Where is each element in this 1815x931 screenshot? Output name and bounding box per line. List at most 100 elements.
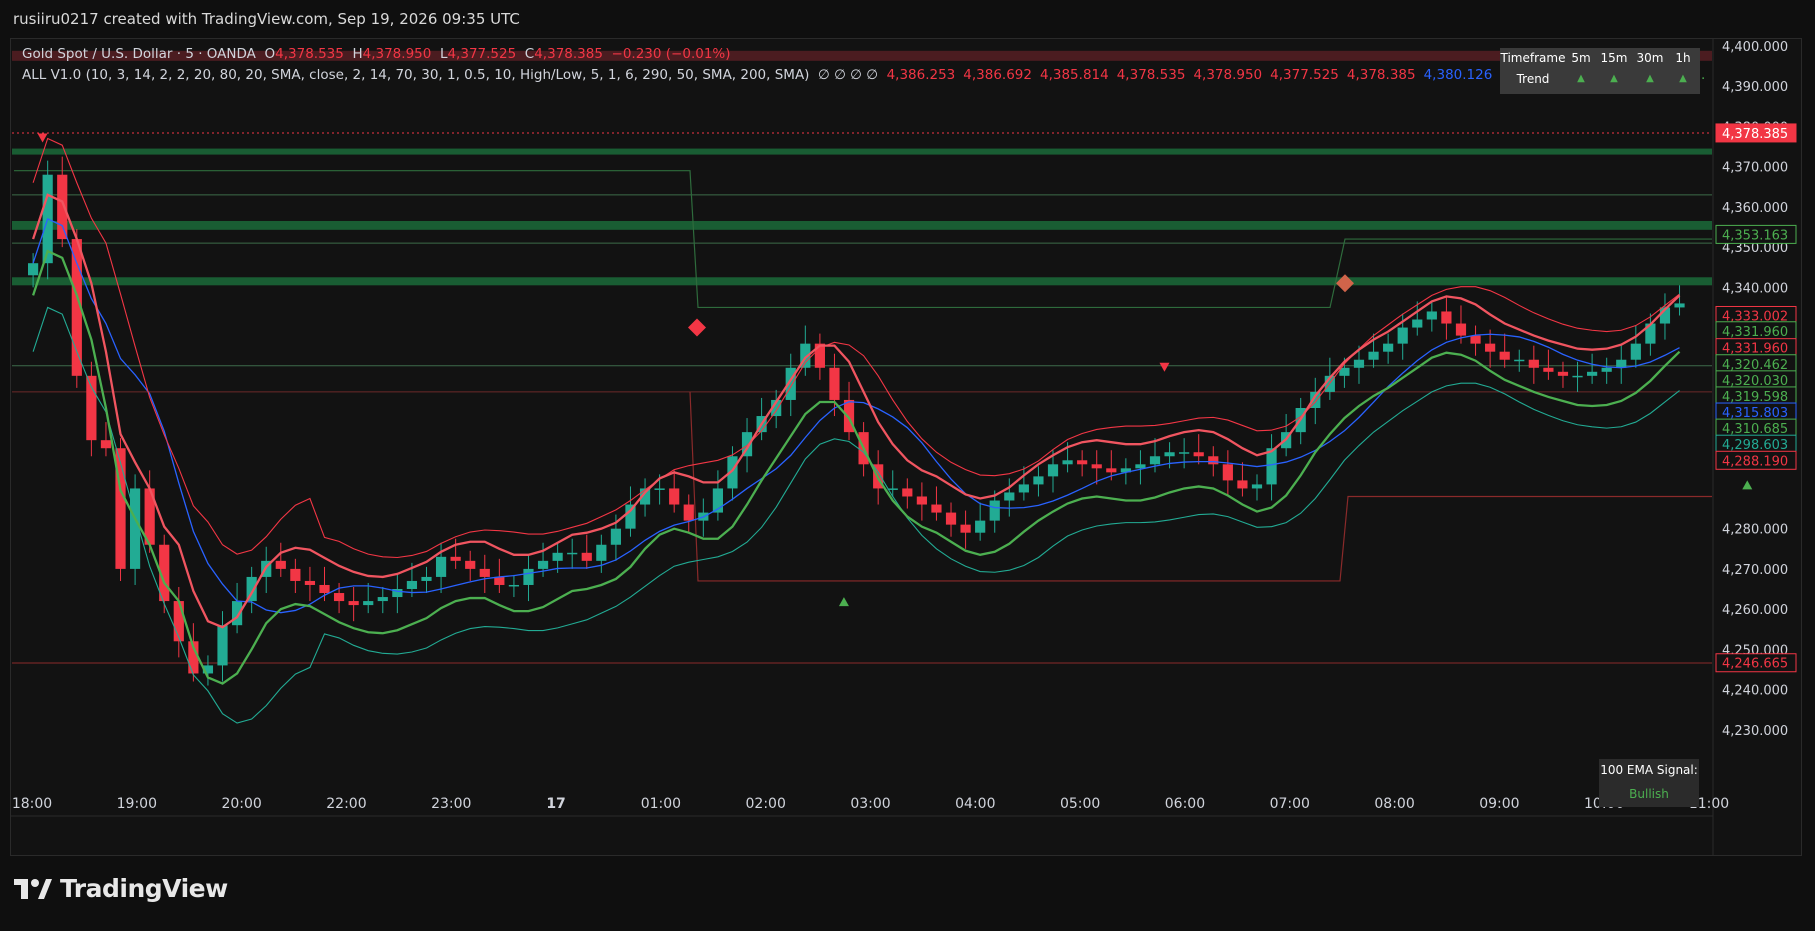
open-value: 4,378.535 bbox=[275, 46, 344, 62]
candle-body bbox=[960, 524, 971, 533]
indicator-value: 4,378.535 bbox=[1116, 67, 1186, 83]
buy-arrow-icon bbox=[838, 597, 849, 607]
candle-body bbox=[1222, 464, 1233, 481]
lower-band-line bbox=[32, 306, 1680, 724]
candle-body bbox=[508, 584, 520, 587]
candle-body bbox=[931, 504, 942, 513]
tf-header-5m: 5m bbox=[1571, 51, 1591, 65]
candle-body bbox=[1616, 359, 1627, 368]
x-tick-label: 05:00 bbox=[1060, 796, 1100, 812]
y-tick-label: 4,390.000 bbox=[1722, 80, 1788, 95]
candle-body bbox=[57, 174, 68, 240]
candle-body bbox=[1397, 327, 1408, 344]
diamond-marker-icon bbox=[688, 318, 706, 337]
x-tick-label: 22:00 bbox=[326, 796, 366, 812]
zone-band bbox=[12, 148, 1712, 155]
candle-body bbox=[902, 488, 913, 497]
indicator-value: 4,378.385 bbox=[1346, 67, 1416, 83]
candle-body bbox=[435, 556, 447, 577]
candle-body bbox=[465, 560, 476, 569]
sell-arrow-icon bbox=[1159, 362, 1170, 372]
ema-signal-box: 100 EMA Signal: Bullish bbox=[1599, 759, 1699, 807]
candle-body bbox=[581, 552, 592, 561]
candle-body bbox=[1208, 456, 1219, 465]
candle-body bbox=[1572, 375, 1583, 378]
tradingview-logo-icon bbox=[14, 878, 52, 899]
candle-body bbox=[1062, 460, 1073, 465]
x-tick-label: 06:00 bbox=[1165, 796, 1205, 812]
up-triangle-icon: ▲ bbox=[1646, 73, 1654, 84]
candle-body bbox=[1266, 448, 1277, 485]
candle-body bbox=[829, 367, 840, 400]
candle-body bbox=[1528, 359, 1539, 368]
close-label: C bbox=[524, 46, 535, 62]
y-tick-label: 4,260.000 bbox=[1722, 603, 1788, 618]
indicator-name[interactable]: ALL V1.0 (10, 3, 14, 2, 2, 20, 80, 20, S… bbox=[22, 67, 809, 83]
x-tick-label: 19:00 bbox=[117, 796, 157, 812]
y-tick-label: 4,370.000 bbox=[1722, 161, 1788, 176]
candle-body bbox=[945, 512, 957, 525]
price-label: 4,246.665 bbox=[1722, 657, 1788, 672]
indicator-value: 4,386.692 bbox=[963, 67, 1032, 83]
candle-body bbox=[1543, 367, 1554, 372]
trend-table: Timeframe 5m 15m 30m 1h Trend ▲ ▲ ▲ ▲ bbox=[1500, 48, 1700, 94]
high-label: H bbox=[352, 46, 363, 62]
candle-body bbox=[494, 576, 505, 585]
candle-body bbox=[275, 560, 286, 569]
candle-body bbox=[1499, 351, 1510, 360]
candle-body bbox=[1601, 367, 1612, 372]
tf-row-trend: Trend bbox=[1516, 72, 1550, 86]
buy-arrow-icon bbox=[1742, 480, 1753, 490]
footer bbox=[0, 860, 1815, 931]
tf-header-1h: 1h bbox=[1675, 51, 1691, 65]
diamond-marker-icon bbox=[1336, 274, 1354, 293]
x-tick-label: 08:00 bbox=[1374, 796, 1414, 812]
ema-signal-title: 100 EMA Signal: bbox=[1600, 763, 1698, 777]
symbol-name[interactable]: Gold Spot / U.S. Dollar · 5 · OANDA bbox=[22, 46, 256, 62]
upper-band-line bbox=[32, 137, 1680, 559]
y-tick-label: 4,400.000 bbox=[1722, 40, 1788, 55]
symbol-legend: Gold Spot / U.S. Dollar · 5 · OANDA O4,3… bbox=[22, 46, 731, 62]
candle-body bbox=[1412, 319, 1423, 328]
candle-body bbox=[173, 601, 184, 642]
x-tick-label: 18:00 bbox=[12, 796, 52, 812]
y-tick-label: 4,340.000 bbox=[1722, 281, 1788, 296]
candle-body bbox=[1106, 468, 1117, 473]
candle-body bbox=[567, 552, 578, 555]
y-tick-label: 4,230.000 bbox=[1722, 724, 1788, 739]
candle-body bbox=[989, 500, 1000, 521]
y-tick-label: 4,240.000 bbox=[1722, 684, 1788, 699]
candle-body bbox=[975, 520, 986, 533]
candle-body bbox=[1018, 484, 1029, 493]
candle-body bbox=[1033, 476, 1044, 485]
low-value: 4,377.525 bbox=[447, 46, 517, 62]
header-text: rusiiru0217 created with TradingView.com… bbox=[13, 10, 520, 28]
up-triangle-icon: ▲ bbox=[1577, 73, 1585, 84]
candle-body bbox=[683, 504, 694, 521]
tradingview-logo[interactable]: TradingView bbox=[14, 874, 228, 903]
tf-header-15m: 15m bbox=[1600, 51, 1628, 65]
candle-body bbox=[406, 580, 418, 589]
candle-body bbox=[1135, 464, 1146, 469]
price-chart[interactable]: 4,400.0004,390.0004,380.0004,370.0004,36… bbox=[0, 38, 1815, 860]
price-label: 4,288.190 bbox=[1722, 454, 1788, 469]
indicator-value: 4,380.126 bbox=[1423, 67, 1493, 83]
candle-body bbox=[1004, 492, 1015, 501]
candle-body bbox=[319, 584, 330, 594]
candle-body bbox=[1251, 484, 1263, 489]
zone-band bbox=[12, 220, 1712, 230]
zone-band bbox=[12, 277, 1712, 286]
candle-body bbox=[1077, 460, 1088, 465]
indicator-value: 4,377.525 bbox=[1270, 67, 1339, 83]
candle-body bbox=[1674, 303, 1685, 308]
candle-body bbox=[1383, 343, 1394, 352]
x-tick-label: 01:00 bbox=[641, 796, 681, 812]
y-tick-label: 4,270.000 bbox=[1722, 563, 1788, 578]
candle-body bbox=[348, 601, 359, 606]
candle-body bbox=[654, 488, 665, 490]
candle-body bbox=[1441, 311, 1452, 324]
indicator-value: 4,378.950 bbox=[1193, 67, 1263, 83]
candle-body bbox=[610, 528, 622, 545]
candle-body bbox=[1091, 464, 1102, 469]
candle-body bbox=[304, 580, 316, 585]
